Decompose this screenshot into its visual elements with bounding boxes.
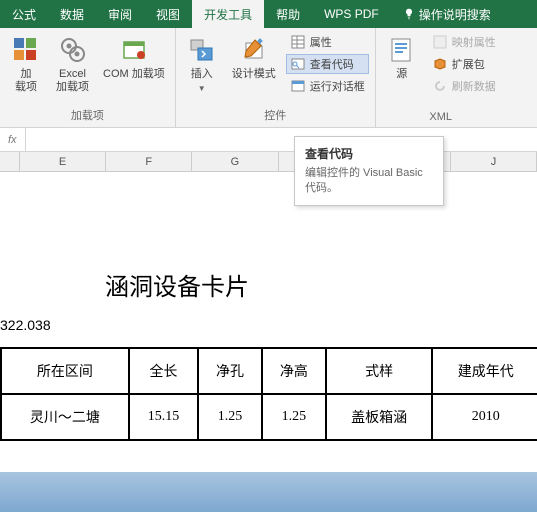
cell-section[interactable]: 灵川～二塘 bbox=[1, 394, 129, 440]
corner-cell[interactable] bbox=[0, 152, 20, 171]
group-xml: 源 映射属性 扩展包 刷新数据 XML bbox=[376, 28, 506, 127]
refresh-data-label: 刷新数据 bbox=[452, 78, 496, 94]
addins-button[interactable]: 加 载项 bbox=[6, 32, 46, 96]
col-header-F[interactable]: F bbox=[106, 152, 192, 171]
hdr-height[interactable]: 净高 bbox=[262, 348, 326, 394]
group-addins: 加 载项 Excel 加载项 COM 加载项 加载项 bbox=[0, 28, 176, 127]
properties-icon bbox=[290, 34, 306, 50]
tooltip-desc: 编辑控件的 Visual Basic 代码。 bbox=[305, 166, 433, 197]
group-controls: 插入 ▼ 设计模式 属性 查看代码 运行对话框 bbox=[176, 28, 376, 127]
com-addins-label: COM 加载项 bbox=[103, 68, 165, 81]
tooltip: 查看代码 编辑控件的 Visual Basic 代码。 bbox=[294, 136, 444, 206]
column-headers: E F G H I J bbox=[0, 152, 537, 172]
tab-formula[interactable]: 公式 bbox=[0, 0, 48, 28]
sheet-number: 322.038 bbox=[0, 317, 51, 333]
col-header-E[interactable]: E bbox=[20, 152, 106, 171]
hdr-year[interactable]: 建成年代 bbox=[432, 348, 537, 394]
tooltip-title: 查看代码 bbox=[305, 145, 433, 162]
run-dialog-button[interactable]: 运行对话框 bbox=[286, 76, 369, 96]
view-code-label: 查看代码 bbox=[310, 56, 354, 72]
view-code-button[interactable]: 查看代码 bbox=[286, 54, 369, 74]
excel-addins-button[interactable]: Excel 加载项 bbox=[52, 32, 93, 96]
ribbon: 加 载项 Excel 加载项 COM 加载项 加载项 插入 ▼ 设计模式 bbox=[0, 28, 537, 128]
expand-pack-icon bbox=[432, 56, 448, 72]
refresh-data-button[interactable]: 刷新数据 bbox=[428, 76, 500, 96]
tell-me-search[interactable]: 操作说明搜索 bbox=[391, 0, 503, 28]
tab-wps-pdf[interactable]: WPS PDF bbox=[312, 0, 391, 28]
insert-control-button[interactable]: 插入 ▼ bbox=[182, 32, 222, 96]
map-properties-icon bbox=[432, 34, 448, 50]
view-code-icon bbox=[290, 56, 306, 72]
chevron-down-icon: ▼ bbox=[198, 84, 206, 94]
tab-view[interactable]: 视图 bbox=[144, 0, 192, 28]
cell-type[interactable]: 盖板箱涵 bbox=[326, 394, 433, 440]
tab-help[interactable]: 帮助 bbox=[264, 0, 312, 28]
addins-icon bbox=[10, 34, 42, 66]
hdr-section[interactable]: 所在区间 bbox=[1, 348, 129, 394]
group-xml-label: XML bbox=[382, 109, 500, 125]
table-row: 灵川～二塘 15.15 1.25 1.25 盖板箱涵 2010 bbox=[1, 394, 537, 440]
refresh-data-icon bbox=[432, 78, 448, 94]
cell-year[interactable]: 2010 bbox=[432, 394, 537, 440]
tell-me-label: 操作说明搜索 bbox=[419, 6, 491, 23]
hdr-length[interactable]: 全长 bbox=[129, 348, 198, 394]
tab-review[interactable]: 审阅 bbox=[96, 0, 144, 28]
col-header-G[interactable]: G bbox=[192, 152, 278, 171]
formula-bar: fx bbox=[0, 128, 537, 152]
design-mode-button[interactable]: 设计模式 bbox=[228, 32, 280, 83]
cell-height[interactable]: 1.25 bbox=[262, 394, 326, 440]
com-addins-button[interactable]: COM 加载项 bbox=[99, 32, 169, 83]
hdr-hole[interactable]: 净孔 bbox=[198, 348, 262, 394]
sheet-title: 涵洞设备卡片 bbox=[105, 267, 249, 302]
hdr-type[interactable]: 式样 bbox=[326, 348, 433, 394]
properties-label: 属性 bbox=[310, 34, 332, 50]
bulb-icon bbox=[403, 8, 415, 20]
properties-button[interactable]: 属性 bbox=[286, 32, 369, 52]
addins-label: 加 载项 bbox=[15, 68, 37, 94]
tab-data[interactable]: 数据 bbox=[48, 0, 96, 28]
run-dialog-label: 运行对话框 bbox=[310, 78, 365, 94]
excel-addins-label: Excel 加载项 bbox=[56, 68, 89, 94]
xml-source-button[interactable]: 源 bbox=[382, 32, 422, 83]
design-mode-icon bbox=[238, 34, 270, 66]
xml-source-icon bbox=[386, 34, 418, 66]
insert-control-icon bbox=[186, 34, 218, 66]
table-header-row: 所在区间 全长 净孔 净高 式样 建成年代 bbox=[1, 348, 537, 394]
expand-pack-button[interactable]: 扩展包 bbox=[428, 54, 500, 74]
map-properties-label: 映射属性 bbox=[452, 34, 496, 50]
excel-addins-icon bbox=[57, 34, 89, 66]
cell-length[interactable]: 15.15 bbox=[129, 394, 198, 440]
design-mode-label: 设计模式 bbox=[232, 68, 276, 81]
data-table: 所在区间 全长 净孔 净高 式样 建成年代 灵川～二塘 15.15 1.25 1… bbox=[0, 347, 537, 441]
image-strip bbox=[0, 472, 537, 512]
ribbon-tabs: 公式 数据 审阅 视图 开发工具 帮助 WPS PDF 操作说明搜索 bbox=[0, 0, 537, 28]
group-addins-label: 加载项 bbox=[6, 105, 169, 125]
cell-hole[interactable]: 1.25 bbox=[198, 394, 262, 440]
fx-label[interactable]: fx bbox=[0, 128, 26, 151]
run-dialog-icon bbox=[290, 78, 306, 94]
map-properties-button[interactable]: 映射属性 bbox=[428, 32, 500, 52]
group-controls-label: 控件 bbox=[182, 105, 369, 125]
tab-developer[interactable]: 开发工具 bbox=[192, 0, 264, 28]
com-addins-icon bbox=[118, 34, 150, 66]
expand-pack-label: 扩展包 bbox=[452, 56, 485, 72]
xml-source-label: 源 bbox=[396, 68, 407, 81]
insert-control-label: 插入 bbox=[191, 68, 213, 81]
col-header-J[interactable]: J bbox=[451, 152, 537, 171]
